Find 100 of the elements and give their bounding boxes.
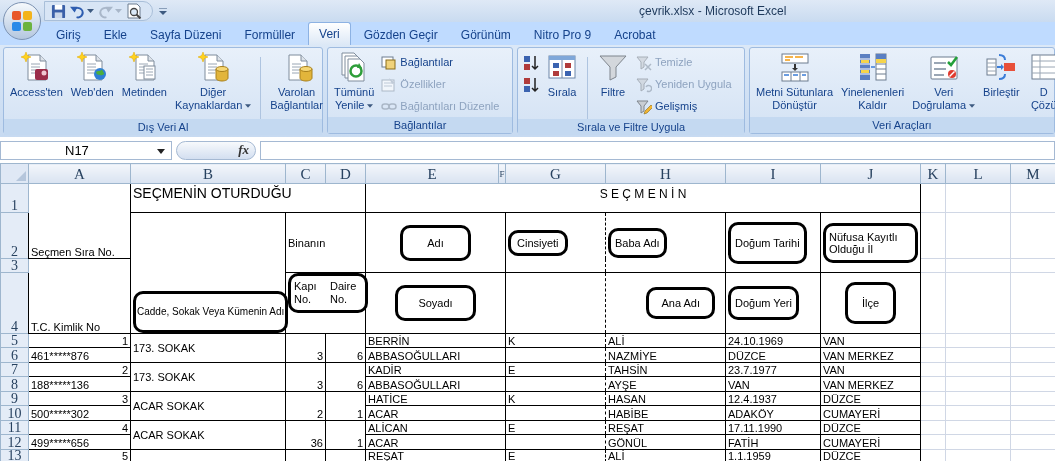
caret-icon bbox=[159, 7, 167, 15]
table-cell: 3 bbox=[28, 391, 131, 406]
table-cell: ALİCAN bbox=[365, 420, 506, 435]
ribbon-button[interactable]: Access'ten bbox=[7, 51, 66, 99]
column-header[interactable]: H bbox=[605, 163, 726, 184]
table-cell: 12.4.1937 bbox=[725, 391, 821, 406]
column-header[interactable]: L bbox=[945, 163, 1011, 184]
caret-icon bbox=[157, 148, 165, 154]
customize-toolbar-button[interactable] bbox=[159, 7, 167, 15]
name-box[interactable]: N17 bbox=[0, 140, 172, 160]
triangle-icon bbox=[16, 171, 26, 181]
window-title: çevrik.xlsx - Microsoft Excel bbox=[639, 3, 787, 20]
ribbon-button[interactable]: Veri Doğrulama bbox=[909, 51, 979, 112]
header-label: Cinsiyeti bbox=[517, 236, 559, 249]
ribbon-tab[interactable]: Acrobat bbox=[604, 24, 666, 45]
ribbon-tab[interactable]: Nitro Pro 9 bbox=[523, 24, 602, 45]
header-label: Kapı No. bbox=[293, 280, 318, 306]
table-cell: AYŞE bbox=[605, 376, 726, 392]
filter-reapply-icon bbox=[636, 76, 652, 93]
ribbon-button[interactable]: Tümünü Yenile bbox=[331, 51, 378, 112]
table-cell: 173. SOKAK bbox=[130, 362, 286, 392]
ribbon-button[interactable]: Sırala bbox=[543, 51, 581, 99]
merge-icon bbox=[985, 51, 1018, 83]
ribbon-tab[interactable]: Gözden Geçir bbox=[353, 24, 448, 45]
table-cell: ADAKÖY bbox=[725, 405, 821, 421]
header-label: İlçe bbox=[861, 297, 880, 309]
table-cell: K bbox=[505, 391, 606, 406]
insert-function-button[interactable]: fx bbox=[176, 140, 256, 160]
column-header[interactable]: D bbox=[325, 163, 366, 184]
ribbon-tab[interactable]: Veri bbox=[308, 22, 351, 45]
table-cell: VAN MERKEZ bbox=[820, 347, 921, 363]
column-header[interactable]: J bbox=[820, 163, 921, 184]
save-button[interactable] bbox=[51, 3, 66, 19]
header-label: Binanın bbox=[288, 236, 326, 249]
sort-descending-icon bbox=[523, 76, 539, 93]
header-label: Ana Adı bbox=[661, 297, 700, 309]
ribbon-button[interactable]: Bağlantılar bbox=[379, 52, 502, 73]
table-cell: 1 bbox=[325, 391, 366, 421]
table-cell: 24.10.1969 bbox=[725, 333, 821, 348]
header-label: Baba Adı bbox=[615, 236, 660, 249]
column-header[interactable]: B bbox=[130, 163, 286, 184]
row-header[interactable]: 4 bbox=[0, 272, 29, 334]
document-globe-icon bbox=[76, 51, 109, 83]
header-label: Cadde, Sokak Veya Kümenin Adı bbox=[137, 306, 285, 318]
table-cell: S E Ç M E N İ N bbox=[365, 183, 921, 213]
table-cell: 2 bbox=[28, 362, 131, 377]
table-cell: FATİH bbox=[725, 434, 821, 450]
table-cell: E bbox=[505, 420, 606, 435]
filter-advanced-icon bbox=[636, 98, 652, 115]
ribbon-button[interactable]: Filtre bbox=[594, 51, 632, 99]
ribbon-button[interactable]: Metinden bbox=[118, 51, 170, 99]
table-cell: SEÇMENİN OTURDUĞU bbox=[130, 183, 366, 213]
header-label: Doğum Yeri bbox=[735, 297, 792, 309]
table-cell: VAN bbox=[725, 376, 821, 392]
ribbon-tab[interactable]: Görünüm bbox=[450, 24, 521, 45]
header-label: Seçmen Sıra No. bbox=[31, 246, 115, 258]
ribbon-button[interactable]: Birleştir bbox=[980, 51, 1023, 99]
header-label: Nüfusa Kayıtlı Olduğu İl bbox=[829, 230, 899, 255]
header-label: Daire No. bbox=[329, 280, 358, 306]
table-cell: DÜZCE bbox=[820, 391, 921, 406]
table-cell: 6 bbox=[325, 333, 366, 363]
filter-clear-icon bbox=[636, 54, 652, 71]
column-header[interactable]: A bbox=[28, 163, 131, 184]
group-label: Sırala ve Filtre Uygula bbox=[518, 119, 744, 135]
ribbon-button[interactable]: Varolan Bağlantılar bbox=[267, 51, 326, 112]
table-cell: E bbox=[505, 362, 606, 377]
formula-field[interactable] bbox=[260, 140, 1055, 160]
table-cell: ALİ bbox=[605, 333, 726, 348]
column-header[interactable]: F bbox=[498, 163, 506, 184]
ribbon-tab[interactable]: Formüller bbox=[234, 24, 306, 45]
ribbon-button[interactable]: Metni Sütunlara Dönüştür bbox=[753, 51, 837, 112]
ribbon-button[interactable]: Yinelenenleri Kaldır bbox=[838, 51, 908, 112]
ribbon-button[interactable]: Gelişmiş bbox=[634, 96, 734, 117]
connection-icon bbox=[381, 54, 398, 71]
table-cell: HASAN bbox=[605, 391, 726, 406]
header-label: Doğum Tarihi bbox=[735, 236, 800, 249]
column-header[interactable]: I bbox=[725, 163, 821, 184]
column-header[interactable]: G bbox=[505, 163, 606, 184]
row-header[interactable]: 1 bbox=[0, 183, 29, 213]
ribbon-tab[interactable]: Giriş bbox=[46, 24, 91, 45]
row-header[interactable]: 2 bbox=[0, 212, 29, 259]
column-header[interactable]: K bbox=[920, 163, 946, 184]
ribbon-tab[interactable]: Sayfa Düzeni bbox=[140, 24, 232, 45]
group-label: Veri Araçları bbox=[750, 117, 1054, 133]
ribbon-button[interactable]: D Çözü bbox=[1024, 51, 1055, 112]
caret-icon bbox=[87, 9, 94, 13]
table-cell: GÖNÜL bbox=[605, 434, 726, 450]
column-header[interactable]: M bbox=[1010, 163, 1055, 184]
ribbon-button[interactable]: Diğer Kaynaklardan bbox=[172, 51, 255, 112]
table-cell: VAN MERKEZ bbox=[820, 376, 921, 392]
column-header[interactable]: C bbox=[285, 163, 326, 184]
table-cell: ABBASOĞULLARI bbox=[365, 347, 506, 363]
ribbon-tab[interactable]: Ekle bbox=[93, 24, 137, 45]
ribbon-button[interactable]: Web'den bbox=[67, 51, 117, 99]
table-cell: DÜZCE bbox=[820, 420, 921, 435]
column-header[interactable]: E bbox=[365, 163, 499, 184]
sort-ascending-icon bbox=[523, 54, 539, 71]
table-cell: REŞAT bbox=[605, 420, 726, 435]
table-cell: CUMAYERİ bbox=[820, 434, 921, 450]
print-preview-button[interactable] bbox=[126, 3, 142, 19]
